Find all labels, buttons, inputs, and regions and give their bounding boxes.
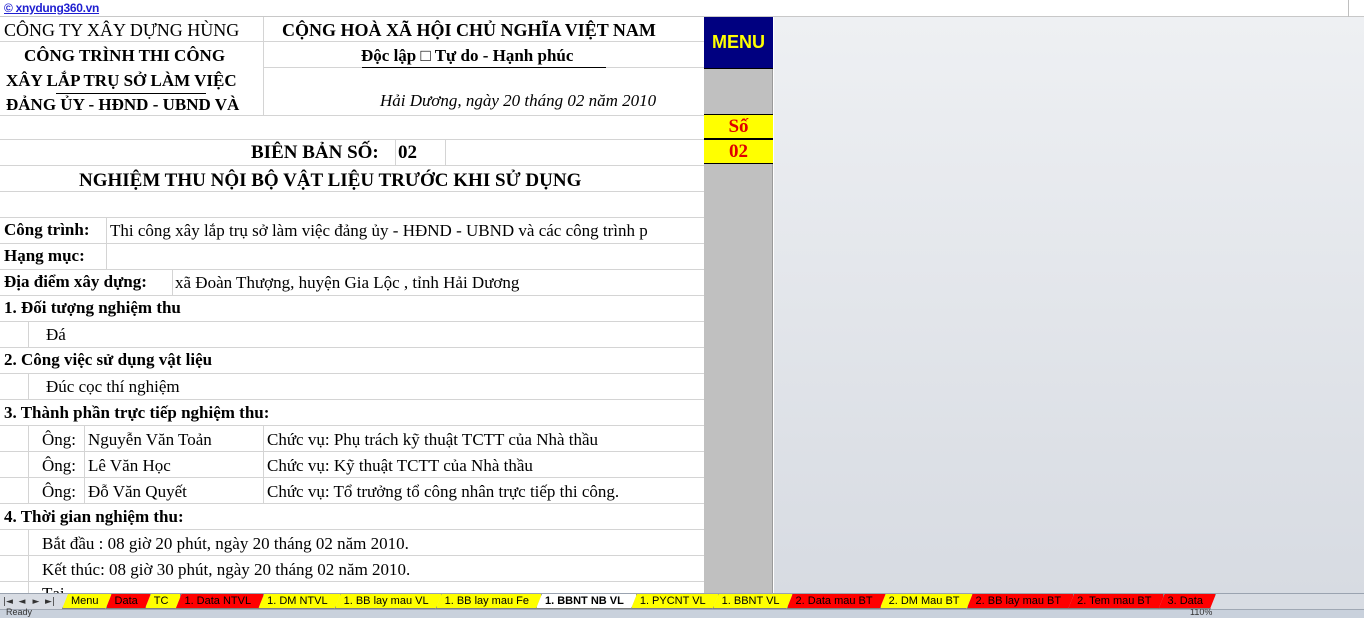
- motto-underline: [362, 67, 606, 68]
- gridline: [0, 295, 704, 296]
- member-name: Đỗ Văn Quyết: [88, 482, 187, 501]
- sheet-tab[interactable]: Data: [106, 594, 151, 609]
- company-line-4: ĐẢNG ỦY - HĐND - UBND VÀ: [6, 95, 240, 114]
- gridline: [0, 451, 704, 452]
- gridline: [0, 399, 704, 400]
- menu-button[interactable]: MENU: [704, 17, 773, 69]
- top-link-bar: © xnydung360.vn: [0, 0, 1364, 17]
- gridline: [0, 503, 704, 504]
- section-1-title: 1. Đối tượng nghiệm thu: [4, 298, 181, 317]
- gridline: [0, 115, 704, 116]
- sheet-tab[interactable]: 1. BB lay mau VL: [335, 594, 442, 609]
- sheet-tab[interactable]: 2. Data mau BT: [787, 594, 886, 609]
- member-title: Ông:: [42, 430, 76, 449]
- last-sheet-icon[interactable]: ►|: [44, 595, 56, 609]
- end-time: Kết thúc: 08 giờ 30 phút, ngày 20 tháng …: [42, 560, 411, 579]
- member-name: Nguyễn Văn Toản: [88, 430, 212, 449]
- company-underline: [56, 93, 206, 94]
- sheet-tab[interactable]: 1. BB lay mau Fe: [436, 594, 542, 609]
- gridline: [395, 139, 396, 165]
- record-title: NGHIỆM THU NỘI BỘ VẬT LIỆU TRƯỚC KHI SỬ …: [79, 170, 582, 191]
- gridline: [263, 17, 264, 115]
- side-panel: MENU Số 02: [704, 17, 773, 593]
- sheet-tab-bar: |◄ ◄ ► ►| Menu Data TC 1. Data NTVL 1. DM NT…: [0, 593, 1364, 609]
- section-1-value: Đá: [46, 325, 66, 344]
- scroll-divider: [1348, 0, 1349, 17]
- gridline: [0, 41, 704, 42]
- member-name: Lê Văn Học: [88, 456, 171, 475]
- cut-row: Tại: [42, 584, 65, 593]
- gridline: [0, 191, 704, 192]
- location-label: Địa điểm xây dựng:: [4, 272, 147, 291]
- member-title: Ông:: [42, 482, 76, 501]
- member-role: Chức vụ: Kỹ thuật TCTT của Nhà thầu: [267, 456, 533, 475]
- record-label: BIÊN BẢN SỐ:: [251, 142, 379, 163]
- sheet-tab[interactable]: 2. DM Mau BT: [880, 594, 973, 609]
- gridline: [0, 477, 704, 478]
- website-link[interactable]: © xnydung360.vn: [4, 1, 99, 15]
- gridline: [445, 139, 446, 165]
- sheet-tab[interactable]: 2. Tem mau BT: [1068, 594, 1164, 609]
- status-ready: Ready: [6, 607, 33, 617]
- sheet-tab[interactable]: 1. BBNT NB VL: [536, 594, 637, 609]
- sheet-tab[interactable]: 1. BBNT VL: [713, 594, 793, 609]
- place-date: Hải Dương, ngày 20 tháng 02 năm 2010: [380, 91, 657, 110]
- motto: Độc lập □ Tự do - Hạnh phúc: [361, 46, 574, 65]
- sheet-tab[interactable]: Menu: [62, 594, 112, 609]
- gridline: [84, 425, 85, 503]
- project-label: Công trình:: [4, 220, 90, 239]
- company-line-2: CÔNG TRÌNH THI CÔNG: [24, 46, 226, 65]
- gridline: [28, 425, 29, 503]
- gridline: [0, 555, 704, 556]
- project-value: Thi công xây lắp trụ sở làm việc đảng ủy…: [110, 221, 648, 240]
- so-value: 02: [704, 139, 773, 164]
- company-line-3: XÂY LẮP TRỤ SỞ LÀM VIỆC: [6, 71, 237, 90]
- member-title: Ông:: [42, 456, 76, 475]
- gridline: [172, 269, 173, 295]
- gridline: [28, 529, 29, 593]
- gridline: [0, 321, 704, 322]
- nation-title: CỘNG HOÀ XÃ HỘI CHỦ NGHĨA VIỆT NAM: [282, 20, 656, 40]
- item-label: Hạng mục:: [4, 246, 85, 265]
- section-4-title: 4. Thời gian nghiệm thu:: [4, 507, 184, 526]
- gridline: [0, 581, 704, 582]
- member-role: Chức vụ: Phụ trách kỹ thuật TCTT của Nhà…: [267, 430, 599, 449]
- gridline: [0, 425, 704, 426]
- gridline: [0, 269, 704, 270]
- gridline: [28, 321, 29, 347]
- member-role: Chức vụ: Tổ trưởng tổ công nhân trực tiế…: [267, 482, 620, 501]
- location-value: xã Đoàn Thượng, huyện Gia Lộc , tỉnh Hải…: [175, 273, 520, 292]
- section-2-value: Đúc cọc thí nghiệm: [46, 377, 180, 396]
- gridline: [0, 529, 704, 530]
- gridline: [0, 373, 704, 374]
- sheet-tab[interactable]: TC: [145, 594, 182, 609]
- company-name: CÔNG TY XÂY DỰNG HÙNG: [4, 20, 240, 40]
- gridline: [0, 347, 704, 348]
- so-label: Số: [704, 114, 773, 139]
- gridline: [0, 139, 704, 140]
- gridline: [0, 165, 704, 166]
- sheet-tab[interactable]: 1. Data NTVL: [175, 594, 264, 609]
- sheet-tab[interactable]: 1. DM NTVL: [258, 594, 341, 609]
- sheet-tab[interactable]: 2. BB lay mau BT: [967, 594, 1075, 609]
- status-bar: Ready 110%: [0, 607, 1364, 618]
- start-time: Bắt đầu : 08 giờ 20 phút, ngày 20 tháng …: [42, 534, 409, 553]
- record-number: 02: [398, 142, 417, 163]
- section-2-title: 2. Công việc sử dụng vật liệu: [4, 350, 213, 369]
- sheet-tab[interactable]: 3. Data: [1158, 594, 1215, 609]
- gridline: [106, 217, 107, 269]
- empty-workspace: [774, 17, 1364, 593]
- worksheet[interactable]: CÔNG TY XÂY DỰNG HÙNG CÔNG TRÌNH THI CÔN…: [0, 17, 704, 593]
- sheet-tabs: Menu Data TC 1. Data NTVL 1. DM NTVL 1. BB la…: [62, 594, 1210, 609]
- gridline: [28, 373, 29, 399]
- section-3-title: 3. Thành phần trực tiếp nghiệm thu:: [4, 403, 270, 422]
- sheet-tab[interactable]: 1. PYCNT VL: [631, 594, 719, 609]
- gridline: [263, 425, 264, 503]
